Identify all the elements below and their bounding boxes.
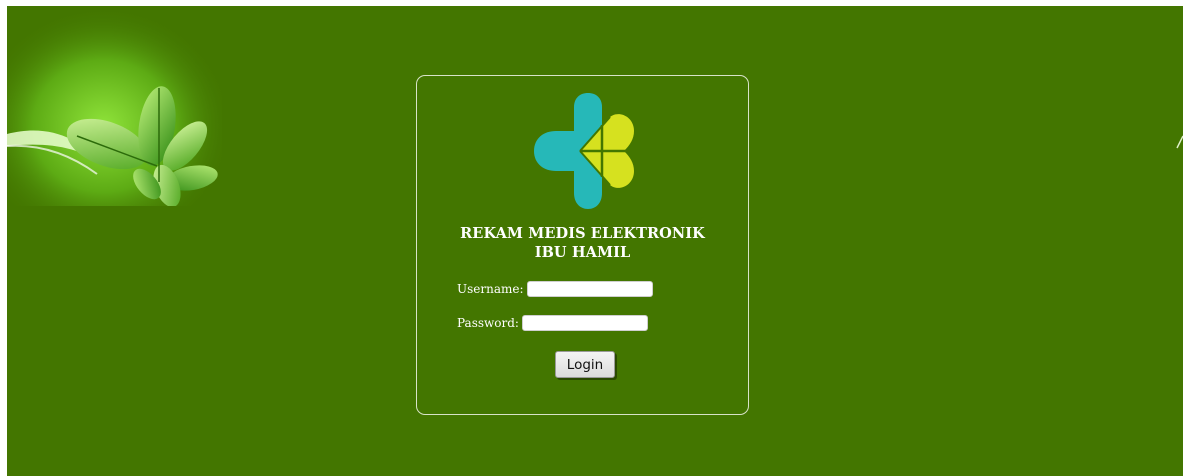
login-button[interactable]: Login (555, 351, 615, 378)
app-title-line1: REKAM MEDIS ELEKTRONIK (460, 225, 705, 242)
password-row: Password: (457, 315, 648, 331)
green-leaves-icon (7, 6, 222, 206)
app-title-line2: IBU HAMIL (534, 244, 631, 261)
login-page: REKAM MEDIS ELEKTRONIK IBU HAMIL Usernam… (7, 6, 1183, 476)
username-label: Username: (457, 282, 524, 296)
username-input[interactable] (526, 281, 653, 297)
kemenkes-logo-icon (534, 93, 634, 209)
password-label: Password: (457, 316, 519, 330)
login-box: REKAM MEDIS ELEKTRONIK IBU HAMIL Usernam… (416, 75, 749, 415)
password-input[interactable] (521, 315, 648, 331)
edge-decoration-icon (1176, 135, 1183, 149)
username-row: Username: (457, 281, 653, 297)
